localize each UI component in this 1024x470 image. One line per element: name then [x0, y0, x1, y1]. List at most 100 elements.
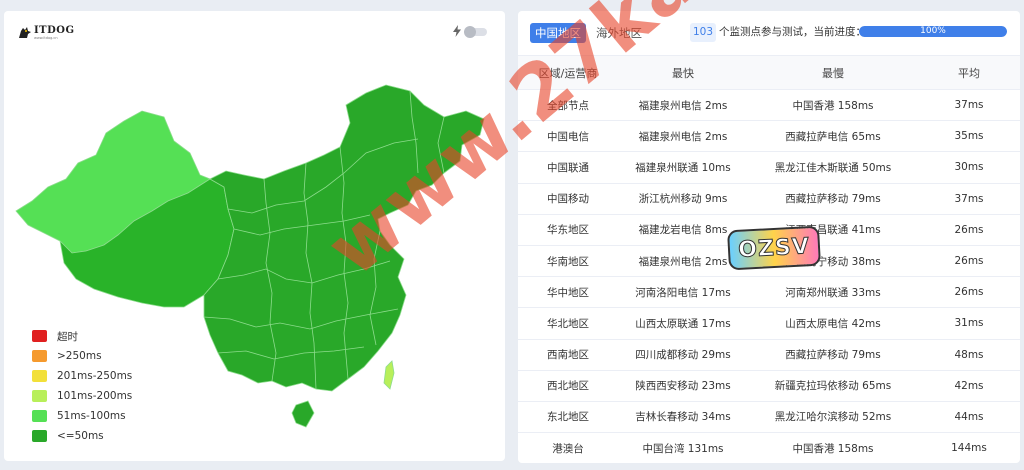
- results-panel: 中国地区 海外地区 103 个监测点参与测试，当前进度： 100% 区域/运营商…: [518, 11, 1020, 463]
- cell-slowest: 西藏拉萨移动 79ms: [785, 193, 881, 206]
- cell-average: 44ms: [954, 410, 984, 423]
- cell-slowest: 西藏拉萨电信 65ms: [785, 130, 881, 143]
- cell-fastest: 福建泉州电信 2ms: [638, 130, 728, 143]
- cell-average: 26ms: [954, 223, 984, 236]
- table-row: 中国电信 福建泉州电信 2ms 西藏拉萨电信 65ms 35ms: [518, 121, 1020, 153]
- itdog-logo: ITDOG www.itdog.cn: [18, 26, 75, 40]
- map-region-hainan[interactable]: [291, 400, 315, 428]
- latency-legend: 超时 >250ms 201ms-250ms 101ms-200ms 51ms-1…: [32, 326, 132, 446]
- lightning-icon[interactable]: [453, 25, 461, 37]
- legend-swatch: [32, 430, 47, 442]
- cell-average: 37ms: [954, 192, 984, 205]
- table-body: 全部节点 福建泉州电信 2ms 中国香港 158ms 37ms 中国电信 福建泉州电信 2…: [518, 90, 1020, 463]
- cell-average: 42ms: [954, 379, 984, 392]
- map-region-east[interactable]: [203, 84, 485, 392]
- cell-region: 中国移动: [547, 193, 589, 206]
- cell-average: 26ms: [954, 286, 984, 299]
- legend-item: <=50ms: [32, 426, 132, 446]
- cell-fastest: 陕西西安移动 23ms: [635, 380, 731, 393]
- table-row: 华北地区 山西太原联通 17ms 山西太原电信 42ms 31ms: [518, 308, 1020, 340]
- cell-fastest: 福建泉州电信 2ms: [638, 99, 728, 112]
- table-row: 港澳台 中国台湾 131ms 中国香港 158ms 144ms: [518, 433, 1020, 463]
- legend-item: 101ms-200ms: [32, 386, 132, 406]
- cell-average: 48ms: [954, 348, 984, 361]
- cell-fastest: 福建泉州联通 10ms: [635, 161, 731, 174]
- dog-logo-icon: [19, 27, 31, 38]
- cell-average: 26ms: [954, 255, 984, 268]
- legend-label: 101ms-200ms: [57, 390, 133, 402]
- cell-region: 华北地区: [547, 317, 589, 330]
- cell-slowest: 新疆克拉玛依移动 65ms: [774, 380, 892, 393]
- cell-average: 144ms: [951, 442, 987, 455]
- table-row: 全部节点 福建泉州电信 2ms 中国香港 158ms 37ms: [518, 90, 1020, 122]
- logo-subtext: www.itdog.cn: [34, 36, 58, 40]
- table-row: 东北地区 吉林长春移动 34ms 黑龙江哈尔滨移动 52ms 44ms: [518, 402, 1020, 434]
- cell-average: 30ms: [954, 161, 984, 174]
- cell-region: 华东地区: [547, 224, 589, 237]
- legend-swatch: [32, 370, 47, 382]
- tab-china[interactable]: 中国地区: [530, 23, 586, 43]
- header-slowest[interactable]: 最慢: [748, 65, 918, 81]
- legend-swatch: [32, 350, 47, 362]
- cell-region: 华中地区: [547, 286, 589, 299]
- legend-item: 201ms-250ms: [32, 366, 132, 386]
- results-table: 区域/运营商 最快 最慢 平均 全部节点 福建泉州电信 2ms 中国香港 158ms…: [518, 55, 1020, 463]
- table-header: 区域/运营商 最快 最慢 平均: [518, 55, 1020, 90]
- cell-region: 东北地区: [547, 411, 589, 424]
- legend-swatch: [32, 330, 47, 342]
- cell-slowest: 黑龙江佳木斯联通 50ms: [774, 161, 892, 174]
- progress-bar: 100%: [859, 26, 1007, 37]
- map-region-taiwan[interactable]: [383, 360, 395, 390]
- cell-region: 全部节点: [547, 99, 589, 112]
- cell-region: 港澳台: [552, 442, 584, 455]
- cell-average: 35ms: [954, 130, 984, 143]
- logo-text: ITDOG: [34, 25, 75, 36]
- cell-slowest: 中国香港 158ms: [792, 99, 874, 112]
- cell-fastest: 浙江杭州移动 9ms: [638, 193, 728, 206]
- cell-average: 37ms: [954, 99, 984, 112]
- toggle-knob: [464, 26, 476, 38]
- table-row: 西北地区 陕西西安移动 23ms 新疆克拉玛依移动 65ms 42ms: [518, 371, 1020, 402]
- header-fastest[interactable]: 最快: [618, 65, 748, 81]
- table-row: 中国移动 浙江杭州移动 9ms 西藏拉萨移动 79ms 37ms: [518, 184, 1020, 215]
- cell-average: 31ms: [954, 317, 984, 330]
- auto-refresh-toggle[interactable]: [464, 26, 487, 38]
- cell-fastest: 吉林长春移动 34ms: [635, 411, 731, 424]
- header-average[interactable]: 平均: [918, 65, 1020, 81]
- cell-slowest: 河南郑州联通 33ms: [785, 286, 881, 299]
- region-tabs: 中国地区 海外地区: [530, 23, 647, 43]
- cell-slowest: 广西南宁移动 38ms: [785, 255, 881, 268]
- cell-region: 西北地区: [547, 380, 589, 393]
- cell-fastest: 中国台湾 131ms: [642, 442, 724, 455]
- legend-item: >250ms: [32, 346, 132, 366]
- legend-swatch: [32, 390, 47, 402]
- table-row: 华南地区 福建泉州电信 2ms 广西南宁移动 38ms 26ms: [518, 246, 1020, 278]
- table-row: 西南地区 四川成都移动 29ms 西藏拉萨移动 79ms 48ms: [518, 340, 1020, 371]
- table-row: 华中地区 河南洛阳电信 17ms 河南郑州联通 33ms 26ms: [518, 277, 1020, 309]
- cell-region: 华南地区: [547, 255, 589, 268]
- progress-fill: 100%: [859, 26, 1007, 37]
- legend-label: 超时: [57, 330, 78, 343]
- cell-slowest: 中国香港 158ms: [792, 442, 874, 455]
- legend-swatch: [32, 410, 47, 422]
- cell-fastest: 四川成都移动 29ms: [635, 349, 731, 362]
- cell-slowest: 黑龙江哈尔滨移动 52ms: [774, 411, 892, 424]
- progress-label: 个监测点参与测试，当前进度：: [719, 26, 866, 38]
- cell-fastest: 山西太原联通 17ms: [635, 317, 731, 330]
- header-region[interactable]: 区域/运营商: [518, 65, 618, 81]
- legend-label: <=50ms: [57, 430, 104, 442]
- cell-slowest: 山西太原电信 42ms: [785, 317, 881, 330]
- map-panel: ITDOG www.itdog.cn 超时 >250ms 201ms-250ms…: [4, 11, 505, 461]
- table-row: 华东地区 福建龙岩电信 8ms 江西南昌联通 41ms 26ms: [518, 215, 1020, 246]
- legend-label: >250ms: [57, 350, 102, 362]
- cell-fastest: 河南洛阳电信 17ms: [635, 286, 731, 299]
- tab-overseas[interactable]: 海外地区: [591, 23, 647, 43]
- cell-fastest: 福建泉州电信 2ms: [638, 255, 728, 268]
- legend-label: 51ms-100ms: [57, 410, 126, 422]
- cell-slowest: 江西南昌联通 41ms: [785, 224, 881, 237]
- monitor-count-badge: 103: [690, 23, 716, 42]
- legend-item: 51ms-100ms: [32, 406, 132, 426]
- cell-region: 中国电信: [547, 130, 589, 143]
- table-row: 中国联通 福建泉州联通 10ms 黑龙江佳木斯联通 50ms 30ms: [518, 152, 1020, 184]
- cell-slowest: 西藏拉萨移动 79ms: [785, 349, 881, 362]
